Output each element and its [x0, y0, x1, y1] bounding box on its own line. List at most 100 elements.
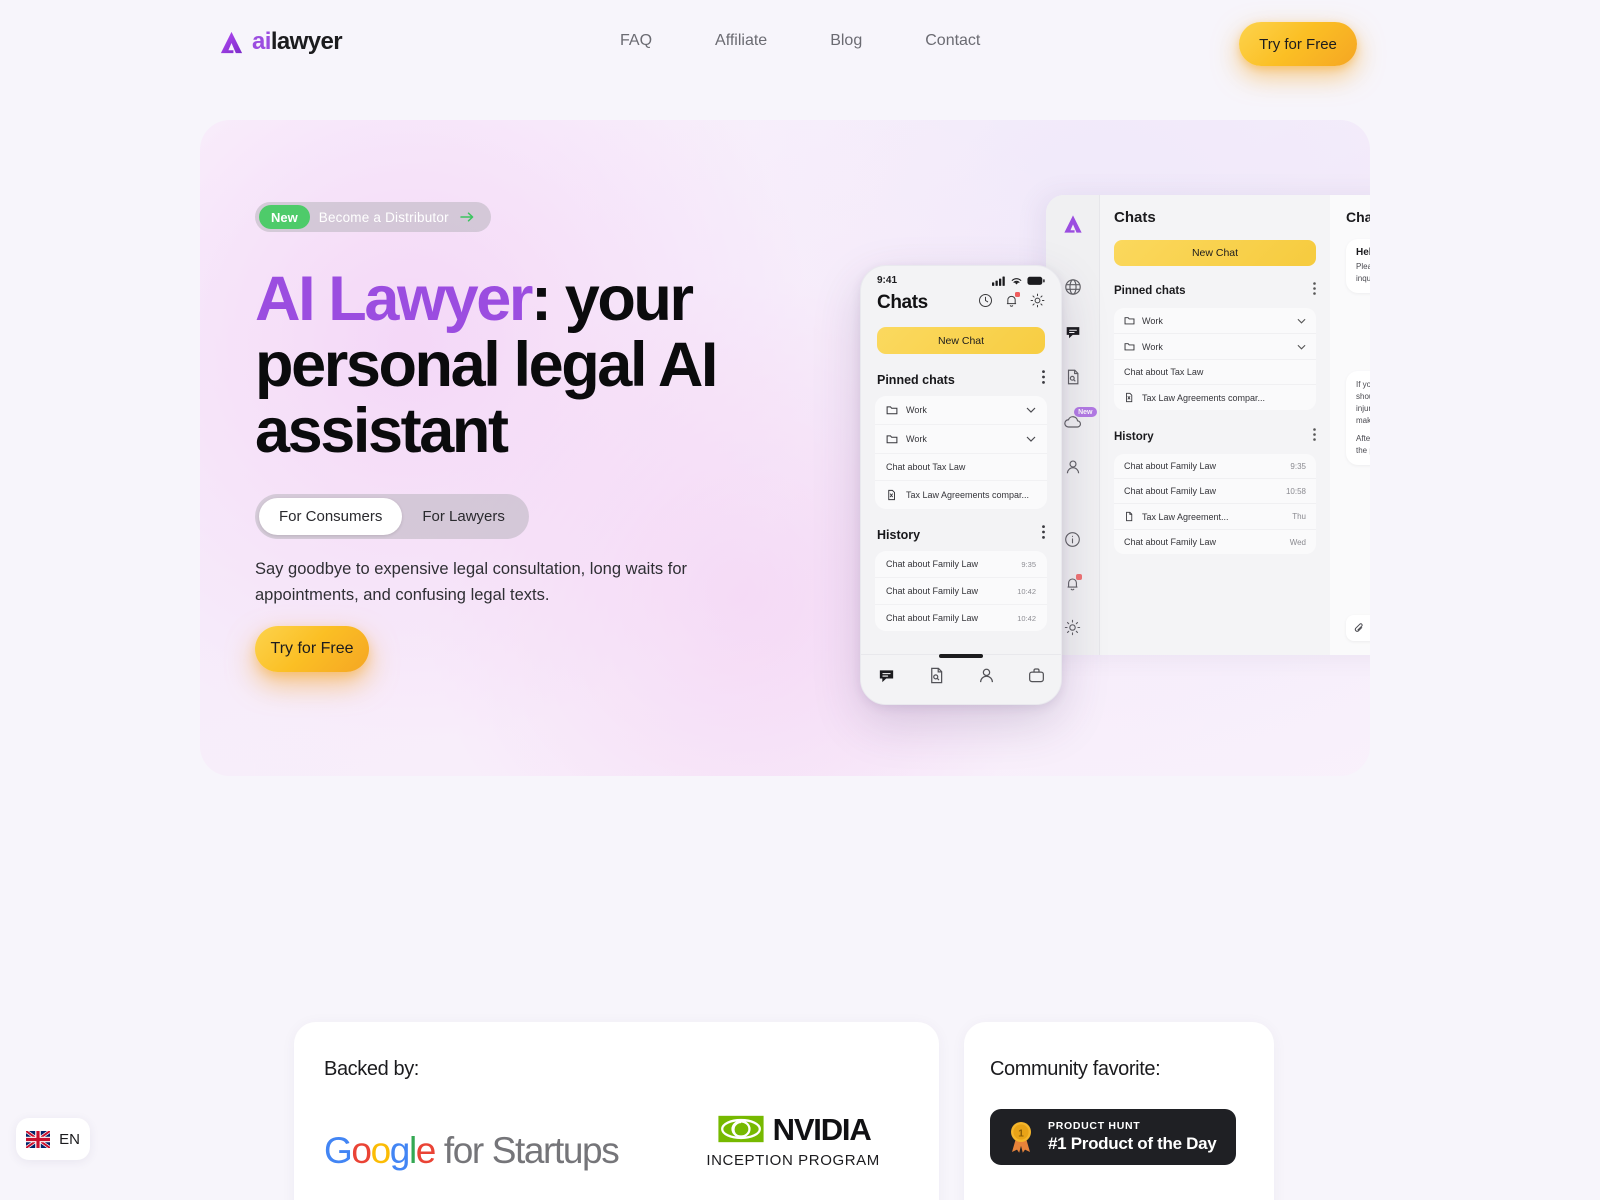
- arrow-right-icon: [460, 211, 475, 223]
- google-letter: l: [408, 1130, 417, 1171]
- audience-toggle: For Consumers For Lawyers: [255, 494, 529, 539]
- list-item-time: Thu: [1292, 512, 1306, 521]
- chat-bubble-assistant: If you ha should d injuries a make su Af…: [1346, 371, 1370, 465]
- paperclip-icon: [1354, 623, 1363, 632]
- clock-icon[interactable]: [978, 293, 993, 313]
- language-selector[interactable]: EN: [16, 1118, 90, 1160]
- bubble-line: Please cl: [1356, 262, 1370, 271]
- distributor-badge[interactable]: New Become a Distributor: [255, 202, 491, 232]
- logo[interactable]: ailawyer: [218, 28, 343, 56]
- app-chat-title: Chat's T: [1346, 209, 1370, 225]
- desktop-app-mockup: New Chats New Chat Pinned chats Work Wor…: [1046, 195, 1370, 655]
- nvidia-eye-icon: [718, 1115, 764, 1143]
- hero-section: New Become a Distributor AI Lawyer: your…: [200, 120, 1370, 776]
- list-item[interactable]: Work: [1114, 308, 1316, 334]
- list-item[interactable]: Tax Law Agreements compar...: [1114, 385, 1316, 410]
- app-new-chat-button[interactable]: New Chat: [1114, 240, 1316, 266]
- list-item-label: Tax Law Agreements compar...: [1142, 392, 1266, 403]
- toggle-for-lawyers[interactable]: For Lawyers: [402, 498, 525, 535]
- app-chat-list-panel: Chats New Chat Pinned chats Work Work Ch…: [1100, 195, 1330, 655]
- sun-icon[interactable]: [1064, 619, 1081, 641]
- more-options-icon[interactable]: [1313, 428, 1316, 446]
- app-history-title: History: [1114, 431, 1154, 443]
- nav-document-search-icon[interactable]: [927, 666, 946, 690]
- rail-new-badge: New: [1074, 407, 1097, 417]
- sun-icon[interactable]: [1030, 293, 1045, 313]
- folder-icon: [886, 435, 898, 444]
- list-item[interactable]: Chat about Family Law Wed: [1114, 530, 1316, 554]
- nvidia-inception-logo: NVIDIA INCEPTION PROGRAM: [706, 1111, 880, 1170]
- more-options-icon[interactable]: [1313, 282, 1316, 300]
- nav-person-icon[interactable]: [977, 666, 996, 690]
- bubble-line: make su: [1356, 416, 1370, 425]
- badge-text: Become a Distributor: [318, 209, 449, 225]
- nav-chat-bubble-icon[interactable]: [877, 666, 896, 690]
- header-try-for-free-button[interactable]: Try for Free: [1239, 22, 1357, 66]
- list-item-label: Work: [906, 434, 927, 444]
- cloud-icon[interactable]: New: [1063, 407, 1097, 436]
- main-nav: FAQ Affiliate Blog Contact: [620, 32, 980, 50]
- product-hunt-badge[interactable]: 1 PRODUCT HUNT #1 Product of the Day: [990, 1109, 1236, 1165]
- list-item[interactable]: Chat about Family Law 9:35: [875, 551, 1047, 578]
- list-item-label: Work: [906, 405, 927, 415]
- phone-pinned-header: Pinned chats: [861, 354, 1061, 396]
- list-item[interactable]: Work: [875, 396, 1047, 425]
- backed-by-label: Backed by:: [324, 1058, 419, 1080]
- document-compare-icon: [888, 489, 895, 501]
- app-message-input[interactable]: Typ: [1346, 615, 1370, 641]
- info-icon[interactable]: [1064, 531, 1081, 553]
- chevron-down-icon: [1297, 344, 1306, 350]
- more-options-icon[interactable]: [1042, 370, 1045, 389]
- toggle-for-consumers[interactable]: For Consumers: [259, 498, 403, 535]
- list-item[interactable]: Chat about Family Law 10:42: [875, 578, 1047, 605]
- list-item[interactable]: Chat about Family Law 10:58: [1114, 479, 1316, 504]
- hero-try-for-free-button[interactable]: Try for Free: [255, 626, 369, 672]
- list-item-label: Chat about Family Law: [1124, 537, 1217, 547]
- list-item[interactable]: Chat about Family Law 10:42: [875, 605, 1047, 631]
- list-item[interactable]: Chat about Family Law 9:35: [1114, 454, 1316, 479]
- phone-header: Chats: [861, 288, 1061, 314]
- ailawyer-logo-icon: [220, 31, 243, 53]
- list-item[interactable]: Tax Law Agreement... Thu: [1114, 504, 1316, 530]
- bubble-line: injuries a: [1356, 404, 1370, 413]
- nav-item-blog[interactable]: Blog: [830, 32, 862, 50]
- list-item[interactable]: Tax Law Agreements compar...: [875, 481, 1047, 509]
- nav-item-affiliate[interactable]: Affiliate: [715, 32, 767, 50]
- list-item-label: Chat about Family Law: [886, 586, 979, 596]
- document-search-icon[interactable]: [1064, 368, 1082, 391]
- phone-history-title: History: [877, 527, 921, 542]
- bell-icon[interactable]: [1064, 574, 1082, 597]
- logo-text-lawyer: lawyer: [270, 28, 343, 55]
- app-pinned-title: Pinned chats: [1114, 285, 1186, 297]
- globe-icon[interactable]: [1064, 278, 1082, 301]
- backed-by-card: Backed by: Google for Startups NVIDIA IN…: [294, 1022, 939, 1200]
- phone-bottom-nav: [861, 654, 1061, 704]
- landing-page: ailawyer FAQ Affiliate Blog Contact Try …: [0, 0, 1600, 1200]
- google-for-startups-logo: Google for Startups: [324, 1130, 620, 1171]
- bell-icon[interactable]: [1004, 292, 1020, 313]
- google-letter: g: [389, 1130, 411, 1171]
- more-options-icon[interactable]: [1042, 525, 1045, 544]
- folder-icon: [1124, 343, 1135, 351]
- phone-status-bar: 9:41: [861, 266, 1061, 288]
- chevron-down-icon: [1026, 436, 1036, 442]
- phone-history-card: Chat about Family Law 9:35 Chat about Fa…: [875, 551, 1047, 631]
- phone-pinned-card: Work Work Chat about Tax Law Tax Law Agr…: [875, 396, 1047, 509]
- list-item[interactable]: Work: [1114, 334, 1316, 360]
- nvidia-wordmark: NVIDIA: [772, 1111, 872, 1147]
- product-hunt-eyebrow: PRODUCT HUNT: [1048, 1120, 1141, 1132]
- chat-bubble-icon[interactable]: [1064, 323, 1082, 346]
- nav-item-contact[interactable]: Contact: [925, 32, 980, 50]
- nav-briefcase-icon[interactable]: [1027, 666, 1046, 690]
- folder-icon: [1124, 317, 1135, 325]
- person-icon[interactable]: [1064, 458, 1082, 481]
- list-item[interactable]: Work: [875, 425, 1047, 454]
- nav-item-faq[interactable]: FAQ: [620, 32, 652, 50]
- phone-new-chat-button[interactable]: New Chat: [877, 327, 1045, 354]
- list-item-time: 9:35: [1290, 461, 1306, 471]
- list-item-time: 10:42: [1017, 586, 1036, 596]
- list-item[interactable]: Chat about Tax Law: [1114, 360, 1316, 385]
- app-pinned-card: Work Work Chat about Tax Law Tax Law Agr…: [1114, 308, 1316, 410]
- document-icon: [1126, 511, 1133, 522]
- list-item[interactable]: Chat about Tax Law: [875, 454, 1047, 481]
